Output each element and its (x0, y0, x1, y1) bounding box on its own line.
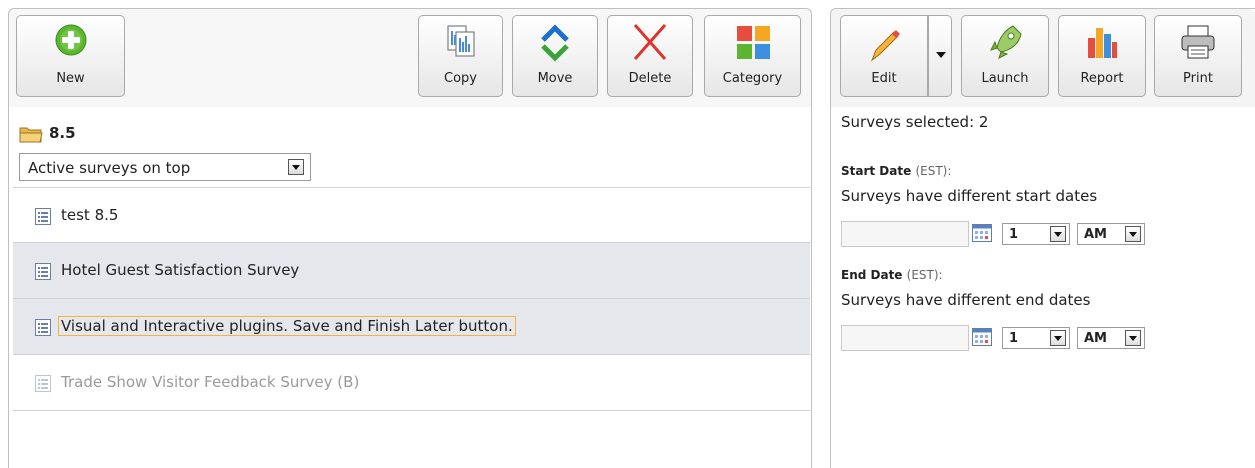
survey-title: Hotel Guest Satisfaction Survey (61, 261, 300, 279)
selection-count: Surveys selected: 2 (841, 113, 989, 131)
end-hour-select[interactable]: 1 (1002, 327, 1070, 349)
survey-row[interactable]: Visual and Interactive plugins. Save and… (13, 299, 810, 355)
sort-order-select[interactable]: Active surveys on top (19, 153, 311, 181)
start-date-label: Start Date (841, 164, 912, 178)
print-label: Print (1183, 71, 1213, 86)
folder-name: 8.5 (49, 124, 76, 142)
move-label: Move (537, 71, 573, 86)
edit-dropdown-button[interactable] (928, 15, 952, 97)
details-toolbar: Edit Launch Report Print (831, 9, 1255, 107)
edit-label: Edit (871, 71, 897, 86)
survey-list-icon (35, 319, 51, 336)
survey-list-icon (35, 263, 51, 280)
plus-circle-icon (55, 24, 86, 56)
copy-label: Copy (444, 71, 477, 86)
survey-list: test 8.5 Hotel Guest Satisfaction Survey… (13, 187, 810, 411)
end-date-input[interactable] (841, 325, 969, 351)
report-label: Report (1080, 71, 1124, 86)
category-tiles-icon (736, 26, 770, 59)
launch-label: Launch (981, 71, 1029, 86)
survey-title: Trade Show Visitor Feedback Survey (B) (61, 373, 360, 391)
print-button[interactable]: Print (1154, 15, 1242, 97)
survey-list-icon (35, 375, 51, 392)
calendar-icon[interactable] (972, 328, 992, 346)
copy-button[interactable]: Copy (418, 15, 503, 97)
copy-icon (447, 25, 474, 57)
start-date-timezone: (EST): (915, 164, 952, 178)
delete-label: Delete (628, 71, 672, 86)
chevron-down-icon[interactable] (1050, 226, 1066, 242)
survey-title: Visual and Interactive plugins. Save and… (58, 316, 516, 336)
move-arrows-icon (541, 24, 569, 62)
start-date-input[interactable] (841, 221, 969, 247)
end-ampm-value: AM (1084, 331, 1107, 346)
start-date-heading: Start Date (EST): (841, 164, 951, 178)
sort-order-value: Active surveys on top (28, 159, 191, 177)
survey-row[interactable]: Hotel Guest Satisfaction Survey (13, 243, 810, 299)
category-button[interactable]: Category (704, 15, 801, 97)
printer-icon (1181, 25, 1215, 59)
survey-row[interactable]: Trade Show Visitor Feedback Survey (B) (13, 355, 810, 411)
start-hour-select[interactable]: 1 (1002, 223, 1070, 245)
new-label: New (56, 71, 85, 86)
category-label: Category (722, 71, 783, 86)
end-hour-value: 1 (1009, 331, 1019, 346)
move-button[interactable]: Move (512, 15, 598, 97)
survey-list-icon (35, 208, 51, 225)
report-button[interactable]: Report (1058, 15, 1146, 97)
end-date-note: Surveys have different end dates (841, 291, 1091, 309)
start-ampm-select[interactable]: AM (1077, 223, 1145, 245)
survey-list-panel: New Copy Move Delete Category 8.5 Active… (8, 8, 812, 468)
end-date-label: End Date (841, 268, 903, 282)
start-date-note: Surveys have different start dates (841, 187, 1098, 205)
end-ampm-select[interactable]: AM (1077, 327, 1145, 349)
chevron-down-icon[interactable] (1125, 330, 1141, 346)
list-toolbar: New Copy Move Delete Category (9, 9, 811, 107)
new-button[interactable]: New (16, 15, 125, 97)
chevron-down-icon (936, 52, 946, 58)
end-date-heading: End Date (EST): (841, 268, 943, 282)
delete-x-icon (633, 24, 667, 60)
end-date-timezone: (EST): (906, 268, 943, 282)
calendar-icon[interactable] (972, 224, 992, 242)
folder-icon (19, 127, 43, 143)
chevron-down-icon[interactable] (1050, 330, 1066, 346)
survey-title: test 8.5 (61, 206, 119, 224)
edit-button[interactable]: Edit (840, 15, 928, 97)
delete-button[interactable]: Delete (607, 15, 693, 97)
survey-details-panel: Edit Launch Report Print Surveys selecte… (830, 8, 1255, 468)
survey-row[interactable]: test 8.5 (13, 187, 810, 243)
chevron-down-icon[interactable] (288, 159, 304, 175)
pencil-icon (870, 30, 900, 62)
start-hour-value: 1 (1009, 227, 1019, 242)
start-ampm-value: AM (1084, 227, 1107, 242)
rocket-icon (990, 25, 1022, 59)
bar-chart-icon (1088, 28, 1117, 58)
launch-button[interactable]: Launch (961, 15, 1049, 97)
chevron-down-icon[interactable] (1125, 226, 1141, 242)
